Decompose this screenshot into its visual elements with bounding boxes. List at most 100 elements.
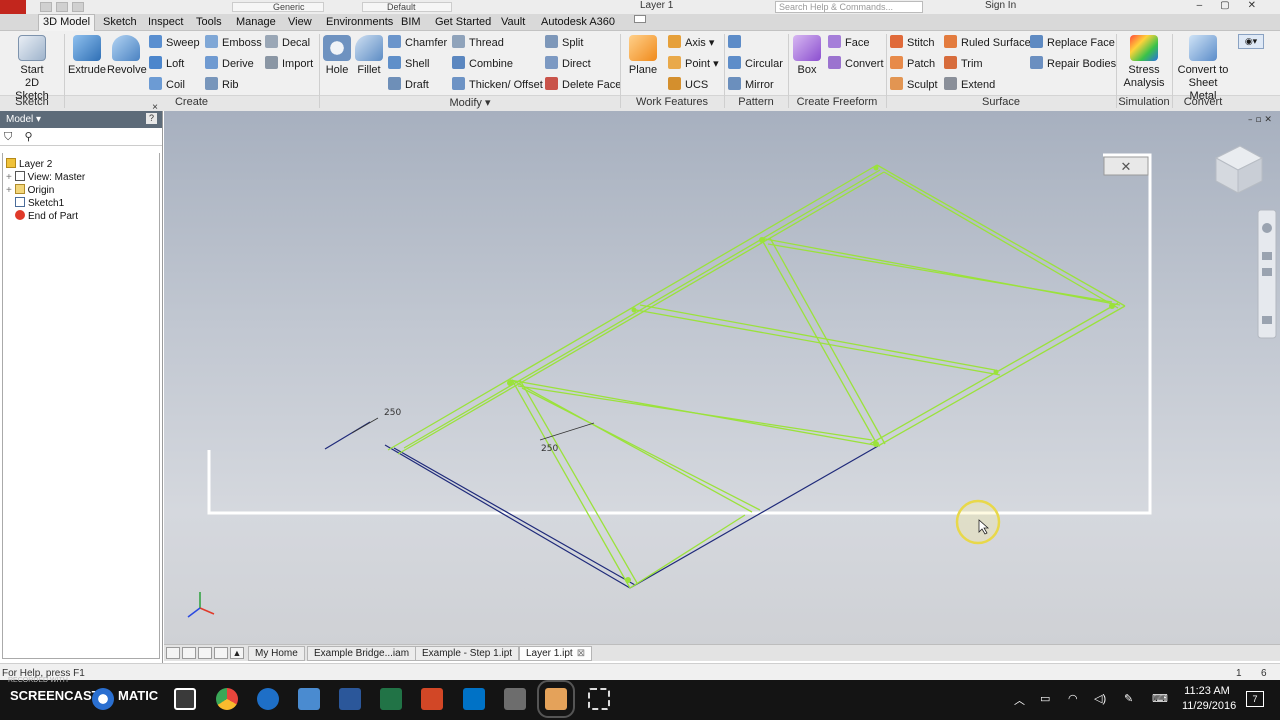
emboss-button[interactable]: Emboss bbox=[205, 35, 262, 49]
tab-vault[interactable]: Vault bbox=[501, 16, 525, 28]
clock-date[interactable]: 11/29/2016 bbox=[1182, 700, 1236, 712]
tile-grid-icon[interactable] bbox=[182, 647, 196, 659]
new-icon[interactable] bbox=[40, 2, 52, 12]
ruled-surface-button[interactable]: Ruled Surface bbox=[944, 35, 1031, 49]
tab-inspect[interactable]: Inspect bbox=[148, 16, 183, 28]
tab-example-bridge[interactable]: Example Bridge...iam bbox=[307, 646, 417, 661]
sculpt-button[interactable]: Sculpt bbox=[890, 77, 938, 91]
thread-button[interactable]: Thread bbox=[452, 35, 504, 49]
dimension-label[interactable]: 250 bbox=[541, 444, 558, 454]
tree-node-end-of-part[interactable]: End of Part bbox=[15, 210, 78, 222]
decal-button[interactable]: Decal bbox=[265, 35, 310, 49]
tab-bim[interactable]: BIM bbox=[401, 16, 421, 28]
patch-button[interactable]: Patch bbox=[890, 56, 935, 70]
tab-menu-icon[interactable]: ▲ bbox=[230, 647, 244, 659]
style-dropdown[interactable]: Generic bbox=[232, 2, 324, 12]
tab-example-step-1[interactable]: Example - Step 1.ipt bbox=[415, 646, 520, 661]
close-icon[interactable]: ✕ bbox=[1121, 160, 1132, 175]
battery-icon[interactable]: ▭ bbox=[1040, 692, 1050, 705]
modify-panel-label[interactable]: Modify ▾ bbox=[320, 96, 620, 110]
explorer-icon[interactable] bbox=[298, 688, 320, 710]
excel-icon[interactable] bbox=[380, 688, 402, 710]
draft-button[interactable]: Draft bbox=[388, 77, 429, 91]
open-icon[interactable] bbox=[56, 2, 68, 12]
extend-button[interactable]: Extend bbox=[944, 77, 995, 91]
ribbon-toggle-icon[interactable] bbox=[634, 15, 646, 23]
inventor-icon[interactable] bbox=[537, 680, 575, 718]
stress-analysis-button[interactable]: Stress Analysis bbox=[1120, 35, 1168, 90]
tree-node-origin[interactable]: + Origin bbox=[6, 184, 54, 196]
clock-time[interactable]: 11:23 AM bbox=[1184, 685, 1230, 697]
tab-sketch[interactable]: Sketch bbox=[103, 16, 137, 28]
face-button[interactable]: Face bbox=[828, 35, 869, 49]
replace-face-button[interactable]: Replace Face bbox=[1030, 35, 1115, 49]
sweep-button[interactable]: Sweep bbox=[149, 35, 200, 49]
point-button[interactable]: Point ▾ bbox=[668, 56, 719, 70]
extrude-button[interactable]: Extrude bbox=[68, 35, 106, 77]
ucs-button[interactable]: UCS bbox=[668, 77, 708, 91]
app-logo[interactable] bbox=[0, 0, 26, 14]
expand-icon[interactable]: + bbox=[6, 185, 12, 196]
chamfer-button[interactable]: Chamfer bbox=[388, 35, 447, 49]
tab-layer-1[interactable]: Layer 1.ipt ⊠ bbox=[519, 646, 593, 661]
combine-button[interactable]: Combine bbox=[452, 56, 513, 70]
edge-icon[interactable] bbox=[257, 688, 279, 710]
convert-freeform-button[interactable]: Convert bbox=[828, 56, 884, 70]
pen-icon[interactable]: ✎ bbox=[1124, 692, 1133, 705]
tab-tools[interactable]: Tools bbox=[196, 16, 222, 28]
browser-title[interactable]: Model bbox=[6, 114, 33, 125]
outlook-icon[interactable] bbox=[463, 688, 485, 710]
thicken-offset-button[interactable]: Thicken/ Offset bbox=[452, 77, 543, 91]
help-icon[interactable]: ? bbox=[146, 113, 157, 124]
window-controls[interactable]: –▢✕ bbox=[1197, 0, 1274, 11]
plane-button[interactable]: Plane bbox=[626, 35, 660, 77]
split-button[interactable]: Split bbox=[545, 35, 583, 49]
start-2d-sketch-button[interactable]: Start 2D Sketch bbox=[8, 35, 56, 103]
appearance-dropdown[interactable]: Default bbox=[362, 2, 452, 12]
close-tab-icon[interactable]: ⊠ bbox=[577, 648, 585, 659]
mirror-button[interactable]: Mirror bbox=[728, 77, 774, 91]
tile-vertical-icon[interactable] bbox=[214, 647, 228, 659]
store-icon[interactable] bbox=[174, 688, 196, 710]
tree-node-view[interactable]: + View: Master bbox=[6, 171, 85, 183]
tile-list-icon[interactable] bbox=[198, 647, 212, 659]
filter-icon[interactable]: ⛉ bbox=[4, 131, 12, 143]
tools-icon[interactable] bbox=[504, 688, 526, 710]
tab-autodesk-a360[interactable]: Autodesk A360 bbox=[541, 16, 615, 28]
shell-button[interactable]: Shell bbox=[388, 56, 429, 70]
circular-pattern-button[interactable]: Circular bbox=[728, 56, 783, 70]
tab-manage[interactable]: Manage bbox=[236, 16, 276, 28]
word-icon[interactable] bbox=[339, 688, 361, 710]
derive-button[interactable]: Derive bbox=[205, 56, 254, 70]
loft-button[interactable]: Loft bbox=[149, 56, 184, 70]
axis-button[interactable]: Axis ▾ bbox=[668, 35, 714, 49]
close-icon[interactable]: × bbox=[152, 102, 158, 113]
stitch-button[interactable]: Stitch bbox=[890, 35, 935, 49]
snipping-tool-icon[interactable] bbox=[588, 688, 610, 710]
fillet-button[interactable]: Fillet bbox=[354, 35, 384, 77]
wifi-icon[interactable]: ◠ bbox=[1068, 692, 1078, 705]
trim-button[interactable]: Trim bbox=[944, 56, 983, 70]
coil-button[interactable]: Coil bbox=[149, 77, 185, 91]
sign-in-link[interactable]: Sign In bbox=[985, 0, 1016, 11]
tile-horizontal-icon[interactable] bbox=[166, 647, 180, 659]
hole-button[interactable]: Hole bbox=[323, 35, 351, 77]
repair-bodies-button[interactable]: Repair Bodies bbox=[1030, 56, 1116, 70]
convert-to-sheet-metal-button[interactable]: Convert to Sheet Metal bbox=[1174, 35, 1232, 103]
notifications-icon[interactable]: 7 bbox=[1246, 691, 1264, 707]
import-button[interactable]: Import bbox=[265, 56, 313, 70]
box-button[interactable]: Box bbox=[792, 35, 822, 77]
tab-view[interactable]: View bbox=[288, 16, 312, 28]
volume-icon[interactable]: ◁) bbox=[1094, 692, 1106, 705]
direct-button[interactable]: Direct bbox=[545, 56, 591, 70]
rectangular-pattern-button[interactable] bbox=[728, 35, 745, 49]
tree-node-part[interactable]: Layer 2 bbox=[6, 158, 52, 170]
graphics-viewport[interactable]: ✕ 250 250 – ▫ ✕ bbox=[164, 111, 1280, 644]
revolve-button[interactable]: Revolve bbox=[107, 35, 147, 77]
find-icon[interactable]: ⚲ bbox=[24, 131, 32, 143]
tab-get-started[interactable]: Get Started bbox=[435, 16, 491, 28]
chevron-up-icon[interactable]: ︿ bbox=[1014, 692, 1025, 708]
save-icon[interactable] bbox=[72, 2, 84, 12]
help-search-input[interactable]: Search Help & Commands... bbox=[775, 1, 923, 13]
truss-sketch-canvas[interactable]: ✕ 250 250 – ▫ ✕ bbox=[164, 111, 1280, 644]
